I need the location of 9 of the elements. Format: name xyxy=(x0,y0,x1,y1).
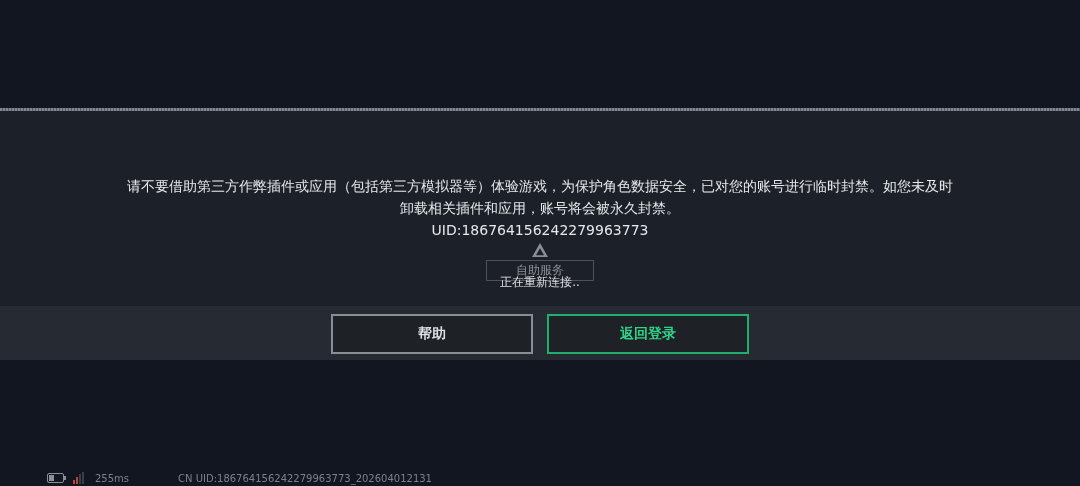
ban-message: 请不要借助第三方作弊插件或应用（包括第三方模拟器等）体验游戏，为保护角色数据安全，已对您的账号进行临时封禁。如您未及时卸载相关插件和应用，账号将会被永久封禁。 xyxy=(126,177,954,218)
ping-text: 255ms xyxy=(95,472,130,484)
dialog-button[interactable]: 帮助 xyxy=(331,314,533,354)
build-uid-text: CN UID:186764156242279963773_202604012131 xyxy=(178,472,432,484)
signal-icon xyxy=(73,472,85,484)
uid-text: UID:186764156242279963773 xyxy=(431,221,649,240)
triangle-logo-icon xyxy=(531,242,549,258)
dialog-button[interactable]: 返回登录 xyxy=(547,314,749,354)
battery-icon xyxy=(47,473,66,483)
